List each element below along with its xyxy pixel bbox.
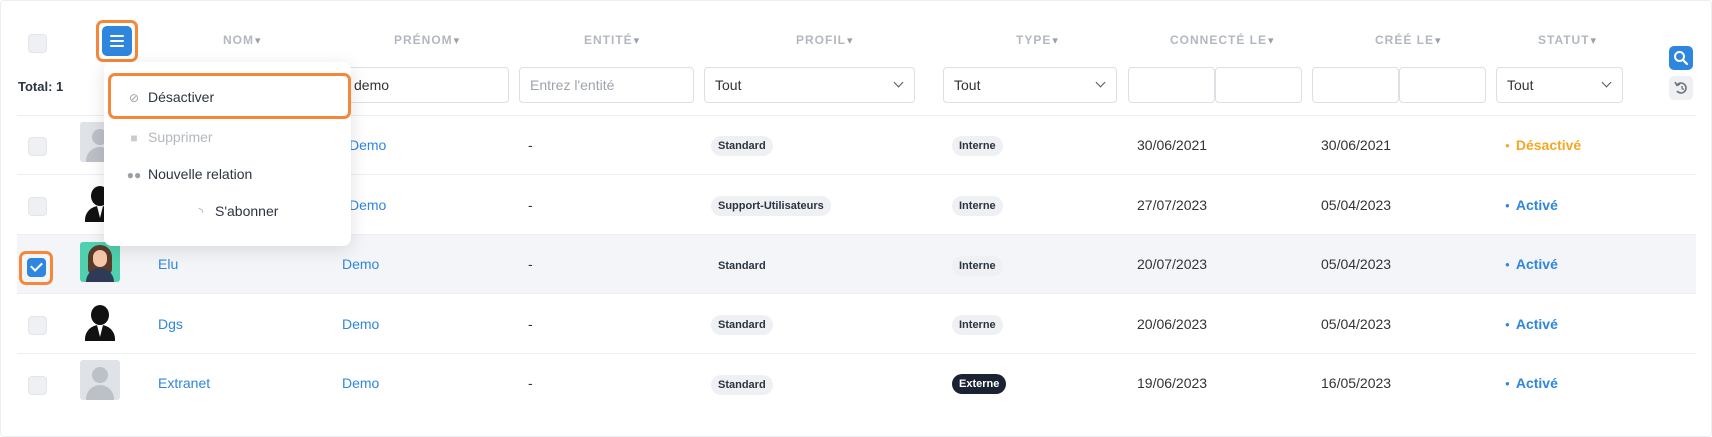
row-checkbox[interactable] [27, 258, 46, 277]
entite-filter-input[interactable]: Entrez l'entité [519, 67, 694, 103]
row-entite: - [528, 316, 533, 332]
status-badge: Désactivé [1505, 137, 1581, 153]
trash-icon: ■ [130, 131, 138, 145]
row-cree-le: 05/04/2023 [1321, 316, 1392, 332]
users-table-panel: NOM▾ PRÉNOM▾ ENTITÉ▾ PROFIL▾ TYPE▾ CONNE… [0, 0, 1712, 437]
row-connecte-le: 20/07/2023 [1137, 256, 1208, 272]
chevron-down-icon: ▾ [255, 35, 262, 47]
profil-badge: Standard [711, 136, 773, 156]
cree-le-to-input[interactable] [1399, 67, 1486, 103]
row-entite: - [528, 375, 533, 391]
column-header-prenom[interactable]: PRÉNOM▾ [394, 33, 460, 47]
row-nom-link[interactable]: Extranet [158, 375, 210, 391]
chevron-down-icon: ▾ [1268, 35, 1275, 47]
profil-badge: Standard [711, 375, 773, 395]
row-entite: - [528, 256, 533, 272]
column-header-entite[interactable]: ENTITÉ▾ [584, 33, 640, 47]
row-prenom-link[interactable]: Demo [349, 137, 386, 153]
rss-icon: ◝ [198, 205, 204, 219]
row-cree-le: 30/06/2021 [1321, 137, 1392, 153]
cree-le-from-input[interactable] [1312, 67, 1399, 103]
connecte-le-from-input[interactable] [1128, 67, 1215, 103]
deactivate-menu-item[interactable]: ⊘ Désactiver [125, 89, 214, 105]
row-cree-le: 16/05/2023 [1321, 375, 1392, 391]
row-connecte-le: 27/07/2023 [1137, 197, 1208, 213]
avatar [80, 360, 120, 400]
status-badge: Activé [1505, 316, 1558, 332]
column-header-profil[interactable]: PROFIL▾ [796, 33, 854, 47]
chevron-down-icon: ▾ [453, 35, 461, 47]
bulk-actions-dropdown: ⊘ Désactiver ■ Supprimer ●● Nouvelle relati… [104, 62, 351, 246]
select-all-checkbox[interactable] [28, 34, 47, 53]
row-checkbox[interactable] [28, 376, 47, 395]
profil-filter-select[interactable]: Tout [704, 67, 915, 103]
column-header-nom[interactable]: NOM▾ [223, 33, 262, 47]
row-prenom-link[interactable]: Demo [342, 375, 379, 391]
status-badge: Activé [1505, 375, 1558, 391]
type-filter-select[interactable]: Tout [943, 67, 1117, 103]
reset-filters-button[interactable] [1669, 76, 1693, 100]
profil-badge: Support-Utilisateurs [711, 196, 831, 216]
row-connecte-le: 30/06/2021 [1137, 137, 1208, 153]
delete-menu-item[interactable]: ■ Supprimer [125, 129, 212, 145]
type-badge: Interne [952, 256, 1003, 276]
status-badge: Activé [1505, 197, 1558, 213]
row-checkbox[interactable] [28, 197, 47, 216]
type-badge: Interne [952, 315, 1003, 335]
row-connecte-le: 20/06/2023 [1137, 316, 1208, 332]
type-badge: Interne [952, 196, 1003, 216]
column-header-connecte-le[interactable]: CONNECTÉ LE▾ [1170, 33, 1275, 47]
row-nom-link[interactable]: Elu [158, 256, 178, 272]
avatar [80, 301, 120, 341]
avatar [80, 242, 120, 282]
row-nom-link[interactable]: Dgs [158, 316, 183, 332]
type-badge: Interne [952, 136, 1003, 156]
row-connecte-le: 19/06/2023 [1137, 375, 1208, 391]
chevron-down-icon: ▾ [1052, 35, 1059, 47]
search-button[interactable] [1669, 46, 1693, 70]
chevron-down-icon [1601, 77, 1612, 88]
prenom-filter-input[interactable]: demo [341, 67, 509, 103]
total-count: Total: 1 [18, 79, 64, 94]
chevron-down-icon: ▾ [633, 35, 641, 47]
statut-filter-select[interactable]: Tout [1496, 67, 1623, 103]
hamburger-menu-icon [110, 35, 124, 37]
subscribe-menu-item[interactable]: ◝ S'abonner [192, 203, 279, 219]
row-prenom-link[interactable]: Demo [349, 197, 386, 213]
status-badge: Activé [1505, 256, 1558, 272]
search-icon [1674, 51, 1689, 66]
users-icon: ●● [126, 168, 142, 182]
chevron-down-icon [893, 77, 904, 88]
column-header-statut[interactable]: STATUT▾ [1538, 33, 1597, 47]
reset-icon [1674, 81, 1687, 94]
row-prenom-link[interactable]: Demo [342, 256, 379, 272]
chevron-down-icon [1095, 77, 1106, 88]
row-cree-le: 05/04/2023 [1321, 197, 1392, 213]
row-prenom-link[interactable]: Demo [342, 316, 379, 332]
connecte-le-to-input[interactable] [1215, 67, 1302, 103]
chevron-down-icon: ▾ [1435, 35, 1442, 47]
row-checkbox[interactable] [28, 316, 47, 335]
ban-icon: ⊘ [128, 91, 140, 105]
row-entite: - [528, 137, 533, 153]
new-relation-menu-item[interactable]: ●● Nouvelle relation [125, 166, 253, 182]
type-badge: Externe [952, 374, 1007, 394]
chevron-down-icon: ▾ [1590, 35, 1598, 47]
bulk-actions-menu-button[interactable] [102, 26, 132, 56]
row-entite: - [528, 197, 533, 213]
profil-badge: Standard [711, 315, 773, 335]
chevron-down-icon: ▾ [847, 35, 854, 47]
column-header-type[interactable]: TYPE▾ [1016, 33, 1059, 47]
profil-badge: Standard [718, 260, 766, 272]
row-cree-le: 05/04/2023 [1321, 256, 1392, 272]
column-header-cree-le[interactable]: CRÉÉ LE▾ [1375, 33, 1442, 47]
row-checkbox[interactable] [28, 137, 47, 156]
